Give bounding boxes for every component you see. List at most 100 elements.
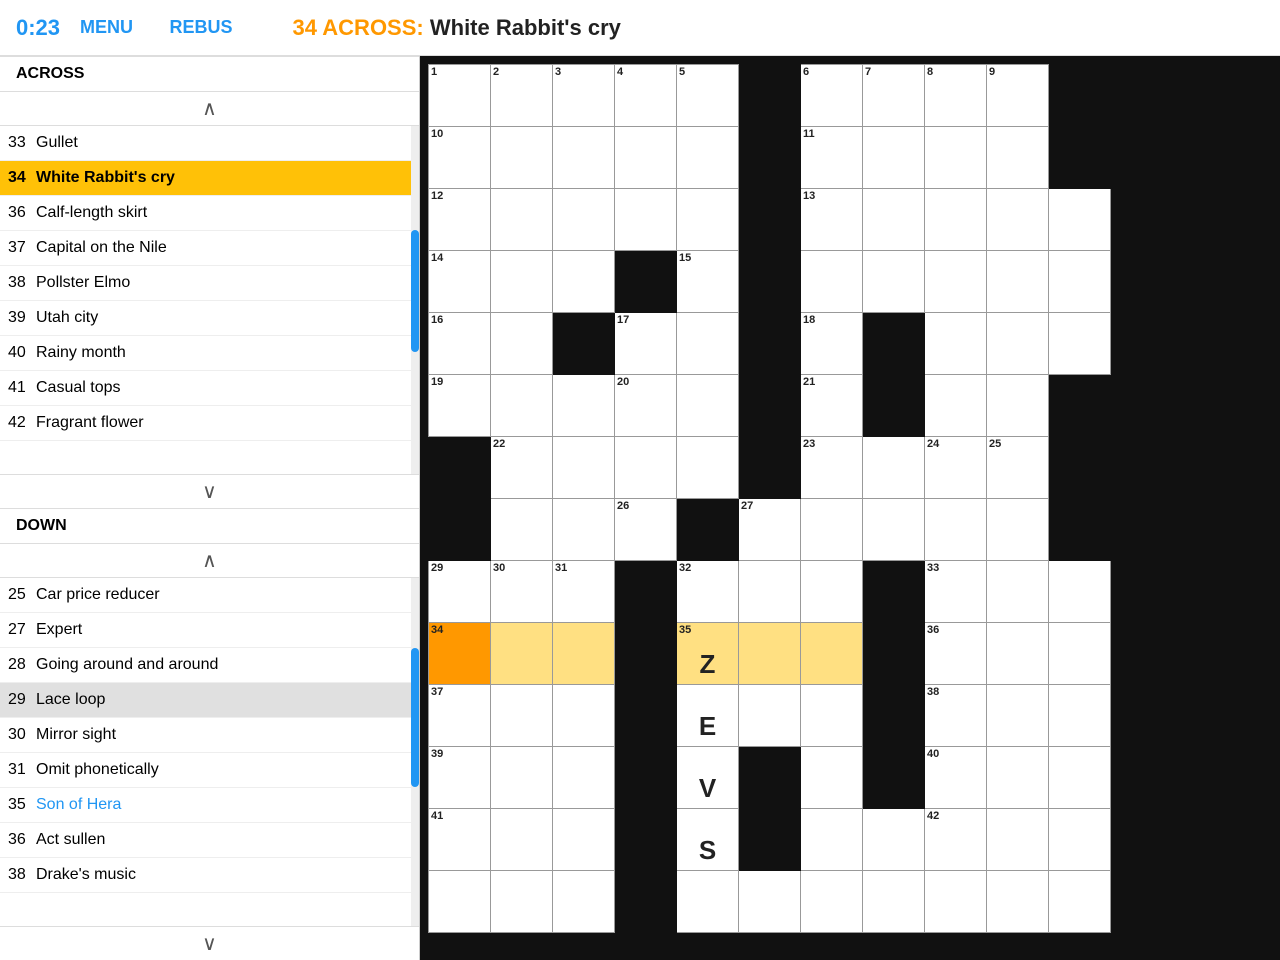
grid-cell[interactable] [863, 747, 925, 809]
grid-cell[interactable] [615, 561, 677, 623]
clue-item[interactable]: 28Going around and around [0, 648, 419, 683]
grid-cell[interactable] [491, 809, 553, 871]
grid-cell[interactable] [491, 747, 553, 809]
grid-cell[interactable] [1049, 375, 1111, 437]
grid-cell[interactable] [491, 685, 553, 747]
clue-item[interactable]: 37Capital on the Nile [0, 231, 419, 266]
grid-cell[interactable] [553, 623, 615, 685]
grid-cell[interactable] [863, 189, 925, 251]
clue-item[interactable]: 31Omit phonetically [0, 753, 419, 788]
grid-cell[interactable] [925, 871, 987, 933]
grid-cell[interactable] [863, 623, 925, 685]
grid-cell[interactable]: S [677, 809, 739, 871]
grid-cell[interactable] [739, 251, 801, 313]
grid-cell[interactable] [987, 561, 1049, 623]
grid-cell[interactable] [987, 127, 1049, 189]
grid-cell[interactable] [677, 189, 739, 251]
grid-cell[interactable]: 4 [615, 65, 677, 127]
grid-cell[interactable]: 1 [429, 65, 491, 127]
grid-cell[interactable]: 8 [925, 65, 987, 127]
grid-cell[interactable] [987, 189, 1049, 251]
grid-cell[interactable] [1049, 65, 1111, 127]
grid-cell[interactable] [1049, 685, 1111, 747]
clue-item[interactable]: 35Son of Hera [0, 788, 419, 823]
grid-cell[interactable] [677, 871, 739, 933]
grid-cell[interactable] [925, 251, 987, 313]
grid-cell[interactable] [553, 375, 615, 437]
grid-cell[interactable] [1049, 561, 1111, 623]
grid-cell[interactable] [987, 499, 1049, 561]
grid-cell[interactable]: 6 [801, 65, 863, 127]
grid-cell[interactable] [925, 127, 987, 189]
grid-cell[interactable]: 16 [429, 313, 491, 375]
grid-cell[interactable] [1049, 871, 1111, 933]
grid-cell[interactable] [429, 499, 491, 561]
grid-cell[interactable] [863, 809, 925, 871]
grid-cell[interactable] [677, 375, 739, 437]
grid-cell[interactable] [1049, 623, 1111, 685]
grid-cell[interactable] [987, 747, 1049, 809]
grid-cell[interactable]: 9 [987, 65, 1049, 127]
grid-cell[interactable] [1049, 499, 1111, 561]
grid-cell[interactable] [863, 871, 925, 933]
grid-cell[interactable]: 42 [925, 809, 987, 871]
across-scroll-down[interactable]: ∨ [0, 474, 419, 508]
grid-cell[interactable] [1049, 747, 1111, 809]
grid-cell[interactable] [553, 251, 615, 313]
grid-cell[interactable] [491, 313, 553, 375]
grid-cell[interactable]: 34 [429, 623, 491, 685]
grid-cell[interactable]: 26 [615, 499, 677, 561]
grid-cell[interactable] [987, 809, 1049, 871]
across-scrollbar[interactable] [411, 126, 419, 474]
grid-cell[interactable] [615, 809, 677, 871]
grid-cell[interactable]: 11 [801, 127, 863, 189]
grid-cell[interactable] [739, 437, 801, 499]
grid-cell[interactable] [1049, 189, 1111, 251]
grid-cell[interactable] [553, 189, 615, 251]
grid-cell[interactable] [553, 437, 615, 499]
grid-cell[interactable] [491, 127, 553, 189]
grid-cell[interactable] [615, 747, 677, 809]
grid-cell[interactable] [491, 189, 553, 251]
menu-button[interactable]: MENU [80, 17, 133, 38]
grid-cell[interactable]: 5 [677, 65, 739, 127]
grid-cell[interactable]: 36 [925, 623, 987, 685]
grid-cell[interactable]: 25 [987, 437, 1049, 499]
grid-cell[interactable]: 30 [491, 561, 553, 623]
grid-cell[interactable] [739, 127, 801, 189]
clue-item[interactable]: 25Car price reducer [0, 578, 419, 613]
grid-cell[interactable]: 3 [553, 65, 615, 127]
grid-cell[interactable] [491, 871, 553, 933]
grid-cell[interactable]: 37 [429, 685, 491, 747]
grid-cell[interactable] [801, 809, 863, 871]
grid-cell[interactable]: 14 [429, 251, 491, 313]
grid-cell[interactable] [987, 685, 1049, 747]
clue-item[interactable]: 36Calf-length skirt [0, 196, 419, 231]
grid-cell[interactable] [739, 623, 801, 685]
grid-cell[interactable] [739, 871, 801, 933]
clue-item[interactable]: 29Lace loop [0, 683, 419, 718]
rebus-button[interactable]: REBUS [170, 17, 233, 38]
clue-item[interactable]: 42Fragrant flower [0, 406, 419, 441]
grid-cell[interactable]: 33 [925, 561, 987, 623]
grid-cell[interactable] [1049, 127, 1111, 189]
grid-cell[interactable] [491, 623, 553, 685]
clue-item[interactable]: 40Rainy month [0, 336, 419, 371]
grid-cell[interactable]: 21 [801, 375, 863, 437]
clue-item[interactable]: 41Casual tops [0, 371, 419, 406]
grid-cell[interactable] [553, 871, 615, 933]
grid-cell[interactable] [429, 437, 491, 499]
grid-cell[interactable] [801, 623, 863, 685]
grid-cell[interactable] [1049, 313, 1111, 375]
grid-cell[interactable]: 17 [615, 313, 677, 375]
grid-cell[interactable] [615, 871, 677, 933]
clue-item[interactable]: 38Pollster Elmo [0, 266, 419, 301]
grid-cell[interactable]: 18 [801, 313, 863, 375]
grid-cell[interactable] [553, 685, 615, 747]
grid-cell[interactable] [615, 623, 677, 685]
grid-cell[interactable] [925, 499, 987, 561]
grid-cell[interactable] [987, 313, 1049, 375]
grid-cell[interactable] [863, 313, 925, 375]
grid-cell[interactable] [863, 685, 925, 747]
grid-cell[interactable] [987, 375, 1049, 437]
